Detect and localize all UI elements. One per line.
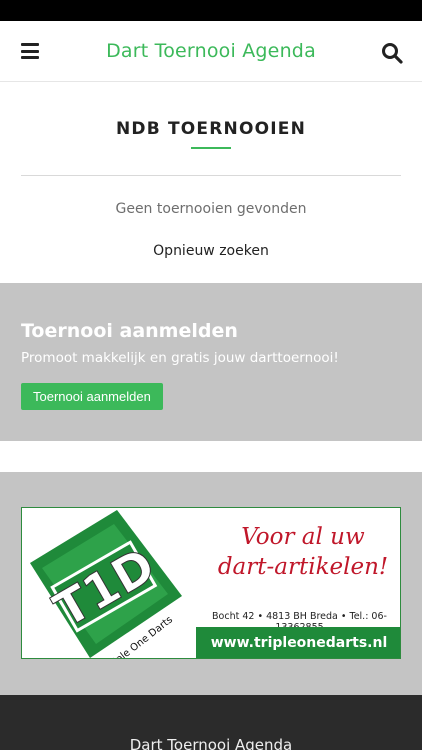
- register-tournament-button[interactable]: Toernooi aanmelden: [21, 383, 163, 410]
- app-header: Dart Toernooi Agenda: [0, 21, 422, 82]
- register-tournament-promo: Toernooi aanmelden Promoot makkelijk en …: [0, 283, 422, 441]
- status-bar: [0, 0, 422, 21]
- ad-slogan: Voor al uw dart-artikelen!: [217, 524, 389, 580]
- promo-subtitle: Promoot makkelijk en gratis jouw darttoe…: [21, 350, 339, 366]
- divider: [21, 175, 401, 176]
- footer-title: Dart Toernooi Agenda: [129, 736, 293, 750]
- ad-banner[interactable]: T1D Triple One Darts Voor al uw dart-art…: [21, 507, 401, 659]
- promo-title: Toernooi aanmelden: [21, 320, 238, 342]
- triple-one-darts-logo: T1D Triple One Darts: [30, 510, 182, 658]
- search-icon[interactable]: [381, 42, 403, 64]
- title-underline: [191, 147, 231, 149]
- ad-section: T1D Triple One Darts Voor al uw dart-art…: [0, 472, 422, 695]
- search-again-link[interactable]: Opnieuw zoeken: [0, 243, 422, 259]
- spacer: [0, 441, 422, 472]
- footer: Dart Toernooi Agenda: [0, 695, 422, 750]
- app-title: Dart Toernooi Agenda: [106, 40, 316, 62]
- ad-url: www.tripleonedarts.nl: [196, 627, 400, 658]
- page-title: NDB TOERNOOIEN: [115, 119, 307, 139]
- empty-state-message: Geen toernooien gevonden: [115, 201, 307, 217]
